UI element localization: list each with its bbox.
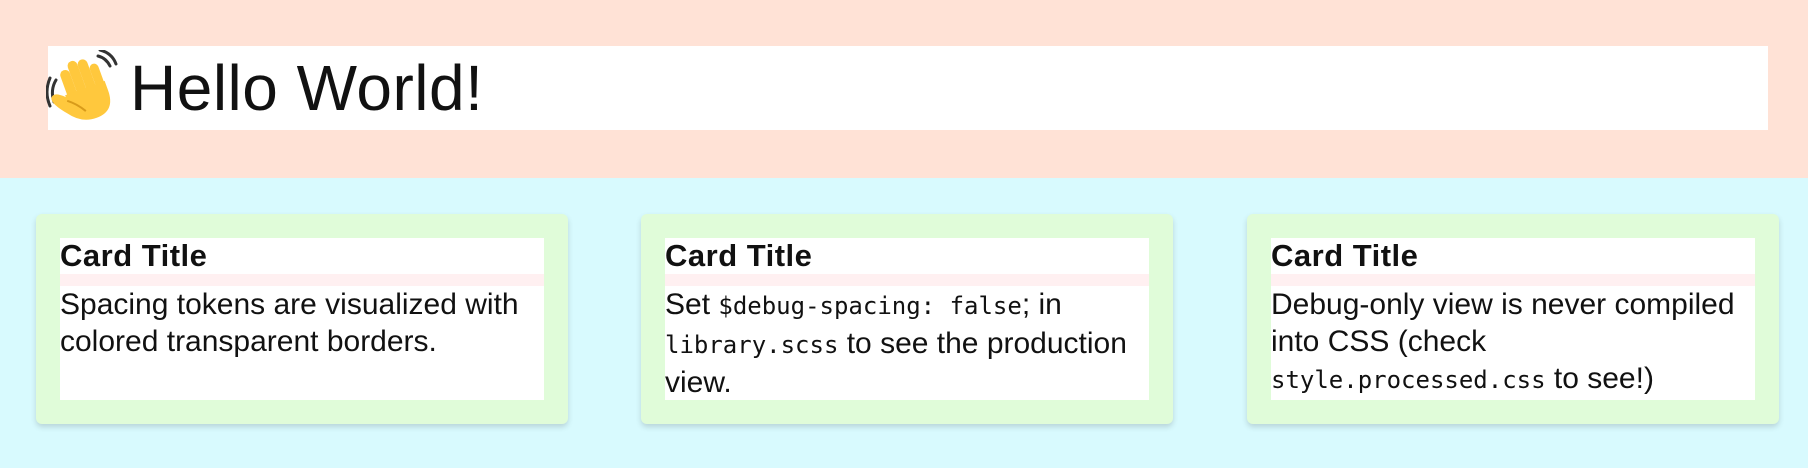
code-snippet: style.processed.css xyxy=(1271,366,1546,394)
card-content: Card Title Debug-only view is never comp… xyxy=(1271,238,1755,400)
card-body-text: ; in xyxy=(1021,288,1062,321)
card-body-text: Set xyxy=(665,288,719,321)
card-2: Card Title Set $debug-spacing: false; in… xyxy=(641,214,1173,424)
card-area: Card Title Spacing tokens are visualized… xyxy=(0,178,1808,468)
spacing-indicator xyxy=(665,274,1149,286)
page-title: Hello World! xyxy=(130,52,484,124)
card-content: Card Title Set $debug-spacing: false; in… xyxy=(665,238,1149,400)
card-title: Card Title xyxy=(1271,238,1419,273)
card-body-text: to see!) xyxy=(1545,362,1654,395)
header-title-box: Hello World! xyxy=(46,46,1768,130)
card-title: Card Title xyxy=(60,238,208,273)
spacing-indicator xyxy=(60,274,544,286)
waving-hand-icon xyxy=(46,50,118,120)
card-body: Debug-only view is never compiled into C… xyxy=(1271,286,1755,399)
card-3: Card Title Debug-only view is never comp… xyxy=(1247,214,1779,424)
card-content: Card Title Spacing tokens are visualized… xyxy=(60,238,544,400)
code-snippet: library.scss xyxy=(665,331,839,359)
card-title: Card Title xyxy=(665,238,813,273)
spacing-indicator xyxy=(1271,274,1755,286)
card-body-text: Spacing tokens are visualized with color… xyxy=(60,288,519,358)
card-body: Spacing tokens are visualized with color… xyxy=(60,286,544,360)
card-body-text: Debug-only view is never compiled into C… xyxy=(1271,288,1735,358)
page-header: Hello World! xyxy=(0,0,1808,178)
code-snippet: $debug-spacing: false xyxy=(718,292,1022,320)
card-1: Card Title Spacing tokens are visualized… xyxy=(36,214,568,424)
card-body: Set $debug-spacing: false; in library.sc… xyxy=(665,286,1149,401)
